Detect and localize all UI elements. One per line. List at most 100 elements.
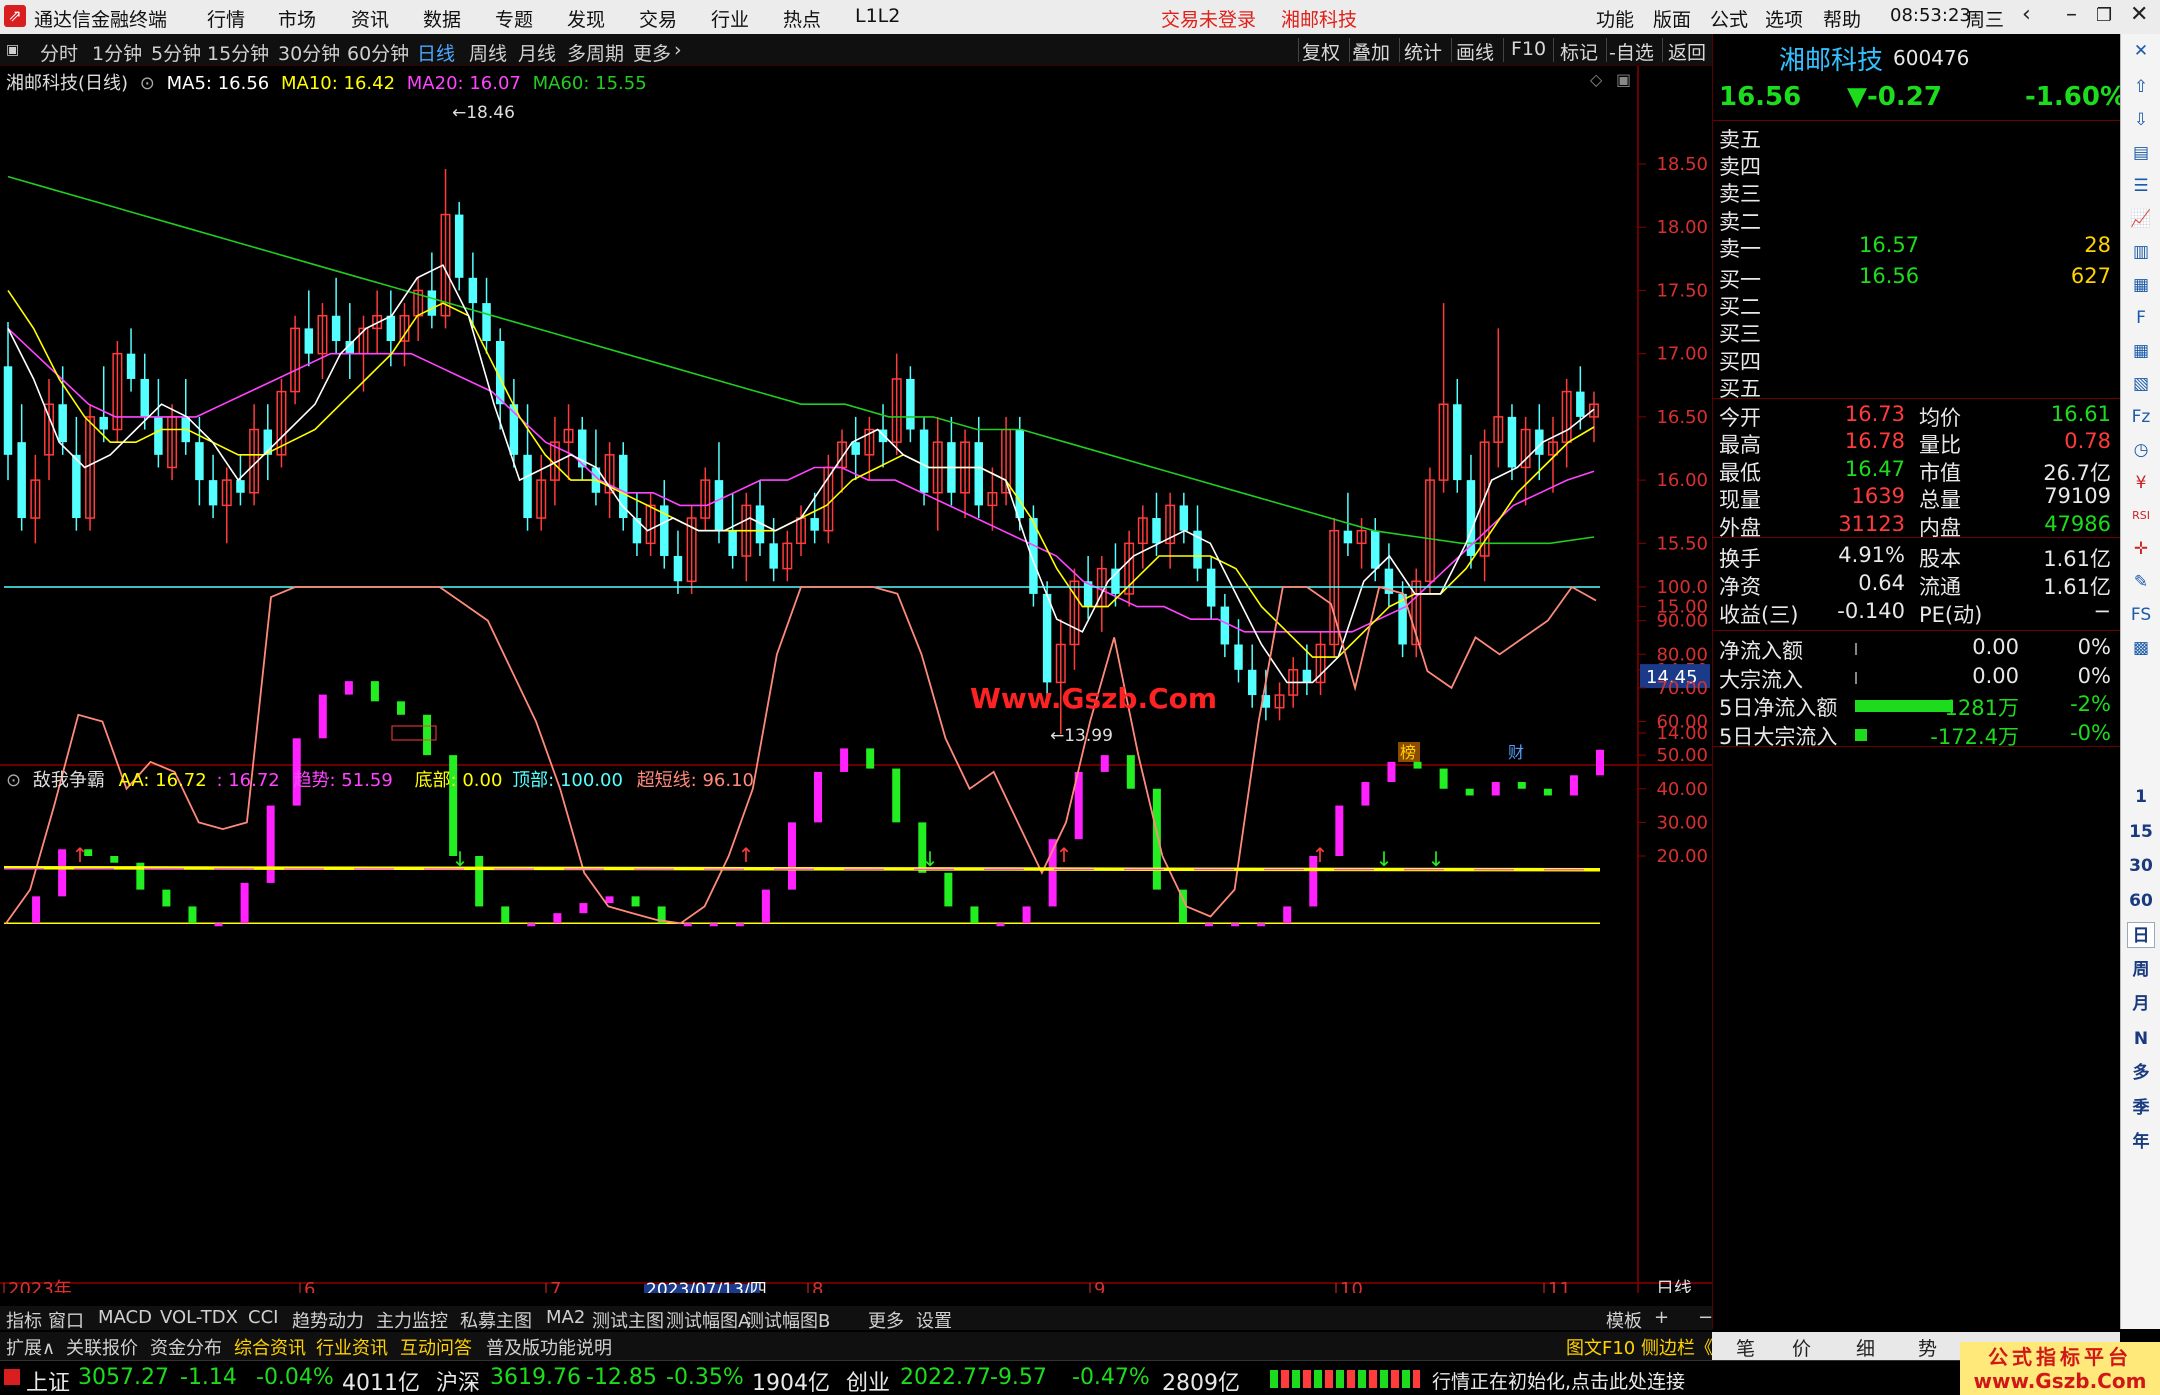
period-daily[interactable]: 日线 [417,39,455,66]
ext-tab-1[interactable]: 关联报价 [66,1334,138,1360]
indicator-tab-6[interactable]: 主力监控 [376,1307,448,1333]
vol-icon[interactable]: ▩ [2127,635,2155,661]
menu-redian[interactable]: 热点 [783,5,821,32]
down-arrow-icon[interactable]: ⇩ [2127,107,2155,133]
side-period-4[interactable]: 日 [2127,922,2155,948]
menu-hangqing[interactable]: 行情 [207,5,245,32]
sh-name[interactable]: 上证 [26,1365,70,1395]
chart-icon[interactable]: 📈 [2127,206,2155,232]
kline-icon[interactable]: ▥ [2127,239,2155,265]
indicator-tab-9[interactable]: 测试主图 [592,1307,664,1333]
rsi-icon[interactable]: RSI [2127,503,2155,529]
tool-diejia[interactable]: 叠加 [1352,38,1390,65]
status-message[interactable]: 行情正在初始化,点击此处连接 [1432,1367,1685,1394]
minimize-icon[interactable]: – [2066,2,2077,27]
tick-tab-3[interactable]: 势 [1918,1334,1937,1361]
period-more[interactable]: 更多 [633,39,671,66]
side-period-6[interactable]: 月 [2127,991,2155,1017]
period-weekly[interactable]: 周线 [469,39,507,66]
close-icon[interactable]: ✕ [2130,2,2148,27]
tick-tab-2[interactable]: 细 [1856,1334,1875,1361]
tool-huaxian[interactable]: 画线 [1456,38,1494,65]
period-1min[interactable]: 1分钟 [92,39,142,66]
kline-chart[interactable]: 18.5018.0017.5017.0016.5016.0015.5015.00… [0,66,1712,1293]
period-5min[interactable]: 5分钟 [151,39,201,66]
ext-tab-6[interactable]: 普及版功能说明 [486,1334,612,1360]
side-period-10[interactable]: 年 [2127,1129,2155,1155]
menu-hangye[interactable]: 行业 [711,5,749,32]
indicator-tab-10[interactable]: 测试幅图A [666,1307,750,1333]
money-icon[interactable]: ¥ [2127,470,2155,496]
menu-jiaoyi[interactable]: 交易 [639,5,677,32]
menu-gongneng[interactable]: 功能 [1596,5,1634,32]
template-btn-2[interactable]: − [1698,1307,1713,1328]
indicator-tab-4[interactable]: CCI [248,1307,278,1328]
menu-bangzhu[interactable]: 帮助 [1823,5,1861,32]
back-arrow-icon[interactable]: ‹ [2022,2,2031,27]
crosshair-icon[interactable]: ✛ [2127,536,2155,562]
news-icon[interactable]: ▦ [2127,272,2155,298]
tool-fuquan[interactable]: 复权 [1302,38,1340,65]
indicator-tab-13[interactable]: 设置 [916,1307,952,1333]
indicator-tab-12[interactable]: 更多 [868,1307,904,1333]
menu-faxian[interactable]: 发现 [567,5,605,32]
period-multi[interactable]: 多周期 [567,39,624,66]
template-btn-0[interactable]: 模板 [1606,1307,1642,1333]
tool-f10[interactable]: F10 [1511,38,1546,60]
f10-icon[interactable]: F [2127,305,2155,331]
menu-gongshi[interactable]: 公式 [1710,5,1748,32]
fz-icon[interactable]: Fz [2127,404,2155,430]
side-period-5[interactable]: 周 [2127,957,2155,983]
news2-icon[interactable]: ▧ [2127,371,2155,397]
panel-maximize-icon[interactable]: ▣ [1616,70,1631,89]
pen-icon[interactable]: ✎ [2127,569,2155,595]
indicator-tab-2[interactable]: MACD [98,1307,152,1328]
list-icon[interactable]: ☰ [2127,173,2155,199]
period-60min[interactable]: 60分钟 [347,39,409,66]
sidebar-toggle[interactable]: 图文F10 侧边栏《 [1566,1334,1713,1360]
fs-icon[interactable]: FS [2127,602,2155,628]
period-menu-icon[interactable]: ▣ [6,42,19,58]
tool-zixuan[interactable]: -自选 [1609,38,1654,65]
ext-tab-4[interactable]: 行业资讯 [316,1334,388,1360]
legend-toggle-icon[interactable]: ⊙ [140,73,155,94]
clock-icon[interactable]: ◷ [2127,437,2155,463]
period-monthly[interactable]: 月线 [518,39,556,66]
menu-shuju[interactable]: 数据 [423,5,461,32]
chart-panel[interactable]: 18.50 18.00 17.50 17.00 16.50 16.00 15.50 15.00… [0,66,1712,1293]
indicator-tab-7[interactable]: 私募主图 [460,1307,532,1333]
side-period-2[interactable]: 30 [2127,853,2155,879]
menu-xuanxiang[interactable]: 选项 [1765,5,1803,32]
indicator-tab-1[interactable]: 窗口 [48,1307,84,1333]
menu-l1l2[interactable]: L1L2 [855,5,900,27]
ext-tab-3[interactable]: 综合资讯 [234,1334,306,1360]
tool-fanhui[interactable]: 返回 [1668,38,1706,65]
side-period-8[interactable]: 多 [2127,1060,2155,1086]
tool-biaoji[interactable]: 标记 [1560,38,1598,65]
chevron-right-icon[interactable]: › [674,39,682,61]
period-15min[interactable]: 15分钟 [207,39,269,66]
side-period-3[interactable]: 60 [2127,888,2155,914]
cy-name[interactable]: 创业 [846,1365,890,1395]
menu-zixun[interactable]: 资讯 [351,5,389,32]
quote-icon[interactable]: ▤ [2127,140,2155,166]
side-period-0[interactable]: 1 [2127,784,2155,810]
menu-shichang[interactable]: 市场 [278,5,316,32]
grid-icon[interactable]: ▦ [2127,338,2155,364]
up-arrow-icon[interactable]: ⇧ [2127,74,2155,100]
menu-zhuanti[interactable]: 专题 [495,5,533,32]
template-btn-1[interactable]: + [1654,1307,1669,1328]
side-period-9[interactable]: 季 [2127,1095,2155,1121]
menu-banmian[interactable]: 版面 [1653,5,1691,32]
diamond-icon[interactable]: ◇ [1590,70,1602,89]
side-period-7[interactable]: N [2127,1026,2155,1052]
indicator-toggle-icon[interactable]: ⊙ [6,770,21,791]
period-fenshi[interactable]: 分时 [40,39,78,66]
indicator-tab-11[interactable]: 测试幅图B [746,1307,830,1333]
ext-tab-0[interactable]: 扩展∧ [6,1334,55,1360]
indicator-tab-0[interactable]: 指标 [6,1307,42,1333]
login-status[interactable]: 交易未登录 [1161,5,1256,32]
hs-name[interactable]: 沪深 [436,1365,480,1395]
restore-icon[interactable]: ❐ [2096,5,2112,26]
ext-tab-2[interactable]: 资金分布 [150,1334,222,1360]
